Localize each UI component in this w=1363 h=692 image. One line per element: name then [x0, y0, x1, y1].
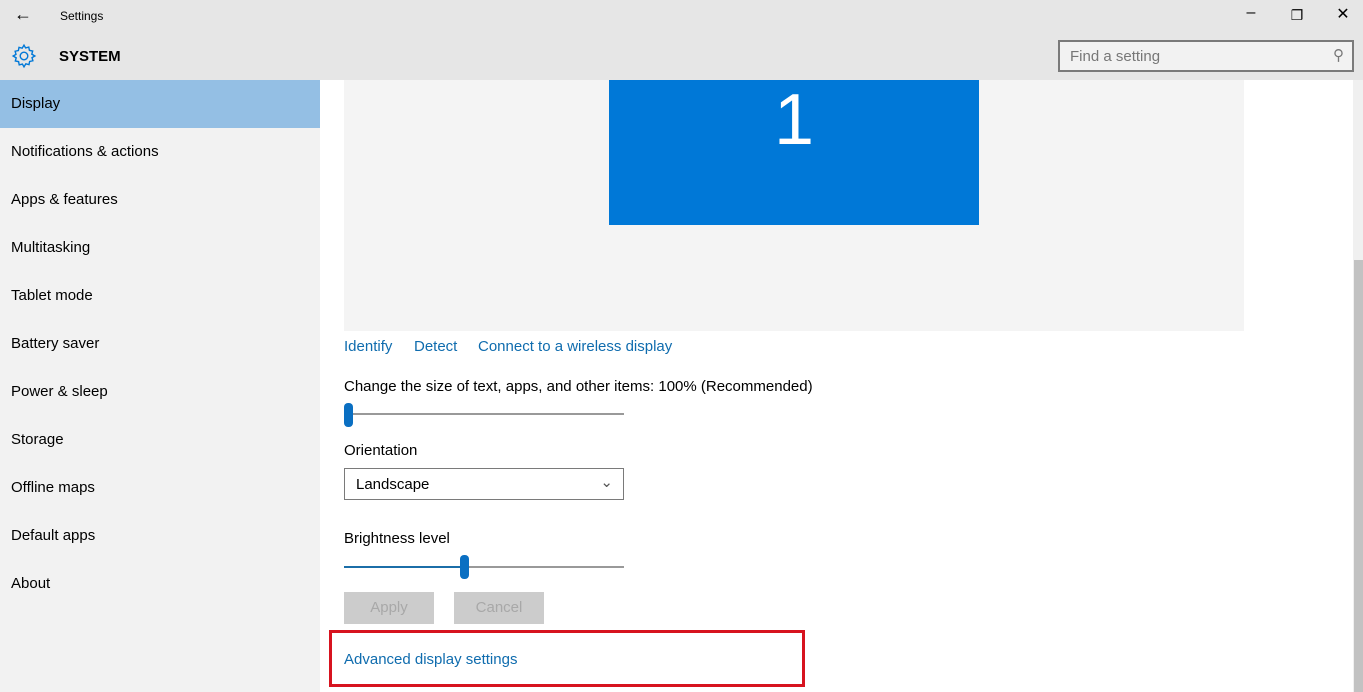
search-input[interactable]	[1060, 42, 1320, 70]
back-button[interactable]: ←	[14, 4, 32, 25]
detect-link[interactable]: Detect	[414, 338, 457, 355]
chevron-down-icon: ⌄	[600, 474, 613, 491]
restore-button[interactable]: ❐	[1282, 7, 1312, 24]
brightness-slider-thumb[interactable]	[460, 555, 469, 579]
orientation-dropdown[interactable]: Landscape ⌄	[344, 468, 624, 500]
monitor-number: 1	[773, 80, 815, 160]
sidebar-item-multitasking[interactable]: Multitasking	[0, 224, 320, 272]
sidebar-item-power-sleep[interactable]: Power & sleep	[0, 368, 320, 416]
sidebar-item-offline-maps[interactable]: Offline maps	[0, 464, 320, 512]
sidebar-item-about[interactable]: About	[0, 560, 320, 608]
brightness-label: Brightness level	[344, 530, 450, 547]
gear-icon	[11, 43, 37, 74]
sidebar-item-notifications[interactable]: Notifications & actions	[0, 128, 320, 176]
sidebar-item-display[interactable]: Display	[0, 80, 320, 128]
window-title: Settings	[60, 9, 104, 23]
sidebar-item-battery-saver[interactable]: Battery saver	[0, 320, 320, 368]
sidebar-item-tablet-mode[interactable]: Tablet mode	[0, 272, 320, 320]
cancel-button[interactable]: Cancel	[454, 592, 544, 624]
sidebar-item-default-apps[interactable]: Default apps	[0, 512, 320, 560]
monitor-1[interactable]: 1	[609, 80, 979, 225]
orientation-label: Orientation	[344, 442, 418, 459]
advanced-display-settings-link[interactable]: Advanced display settings	[344, 651, 517, 668]
identify-link[interactable]: Identify	[344, 338, 392, 355]
close-button[interactable]: ✕	[1328, 4, 1358, 24]
minimize-button[interactable]: –	[1236, 4, 1266, 22]
scale-slider-thumb[interactable]	[344, 403, 353, 427]
section-title: SYSTEM	[59, 48, 121, 65]
scale-label: Change the size of text, apps, and other…	[344, 378, 813, 395]
orientation-value: Landscape	[356, 476, 430, 493]
sidebar: Display Notifications & actions Apps & f…	[0, 80, 320, 692]
scale-slider-track[interactable]	[344, 413, 624, 415]
wireless-display-link[interactable]: Connect to a wireless display	[478, 338, 672, 355]
sidebar-item-storage[interactable]: Storage	[0, 416, 320, 464]
scrollbar-thumb[interactable]	[1354, 260, 1363, 692]
sidebar-item-apps[interactable]: Apps & features	[0, 176, 320, 224]
apply-button[interactable]: Apply	[344, 592, 434, 624]
search-icon[interactable]: ⚲	[1333, 46, 1344, 64]
brightness-slider-fill	[344, 566, 460, 568]
search-box[interactable]: ⚲	[1058, 40, 1354, 72]
